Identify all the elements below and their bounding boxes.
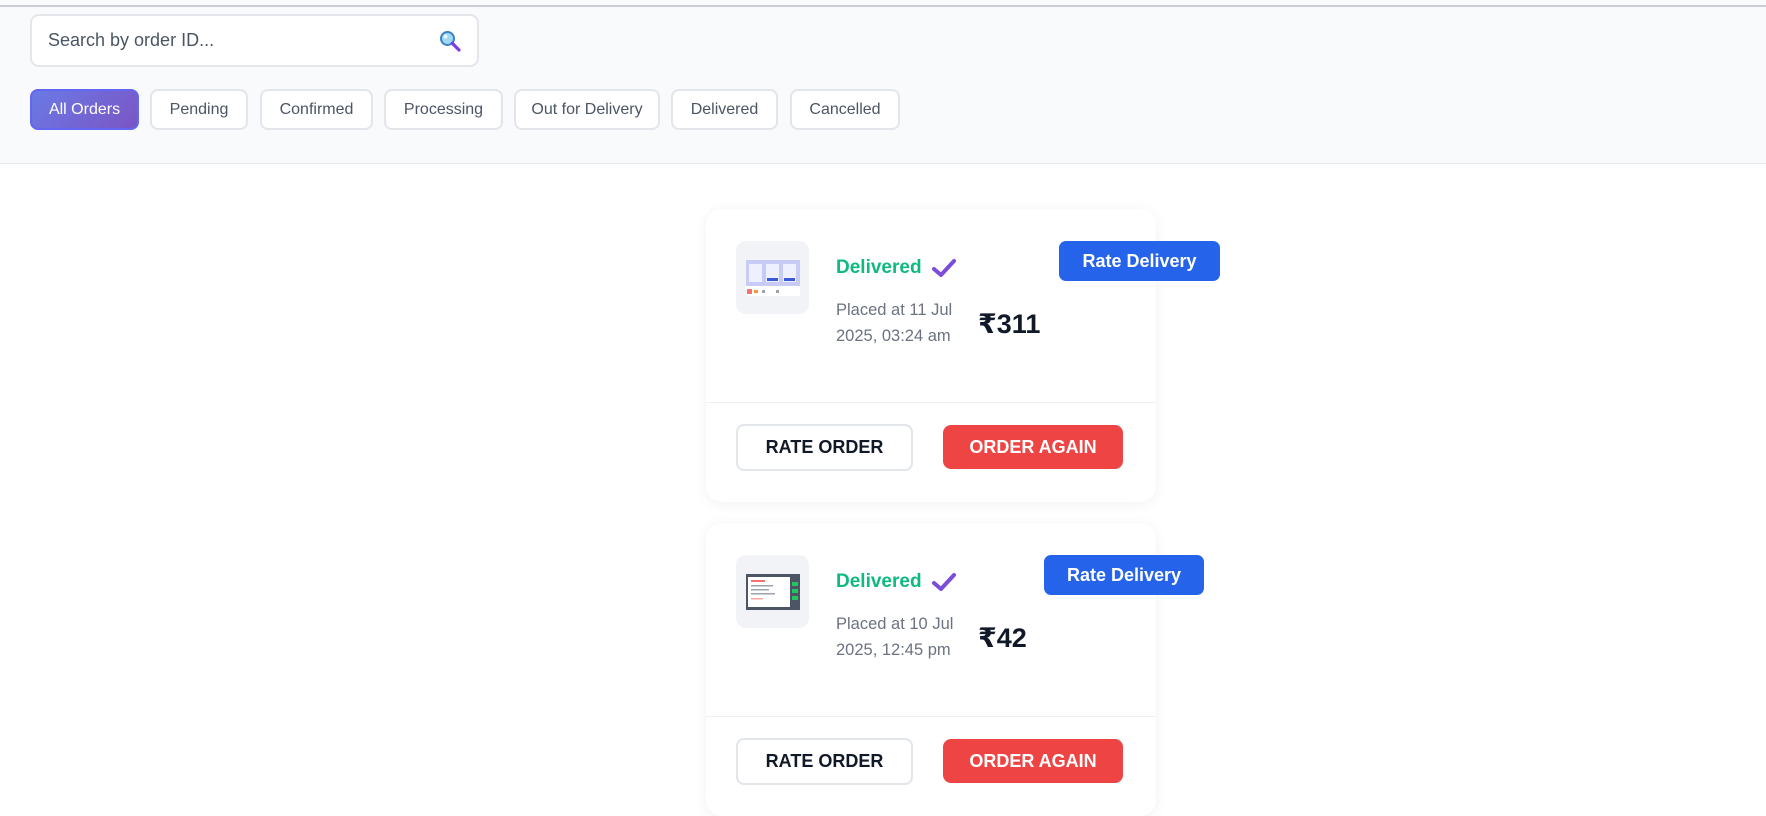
filter-confirmed[interactable]: Confirmed (260, 89, 373, 130)
check-icon (932, 259, 956, 277)
order-status: Delivered (836, 257, 922, 278)
filter-all-orders[interactable]: All Orders (30, 89, 139, 130)
order-price: ₹311 (978, 309, 1041, 339)
filter-cancelled[interactable]: Cancelled (790, 89, 900, 130)
card-divider (706, 402, 1156, 403)
filter-delivered[interactable]: Delivered (671, 89, 778, 130)
order-placed-date: Placed at 10 Jul 2025, 12:45 pm (836, 611, 971, 663)
placed-line-1: Placed at 11 Jul (836, 301, 953, 319)
filter-pending[interactable]: Pending (150, 89, 248, 130)
order-card[interactable]: Delivered Placed at 10 Jul 2025, 12:45 p… (706, 523, 1204, 816)
filter-processing[interactable]: Processing (384, 89, 503, 130)
order-card[interactable]: Delivered Placed at 11 Jul 2025, 03:24 a… (706, 209, 1220, 502)
filter-out-for-delivery[interactable]: Out for Delivery (514, 89, 660, 130)
screenshot-thumbnail-icon (745, 259, 800, 296)
rate-order-button[interactable]: RATE ORDER (736, 738, 913, 785)
order-status: Delivered (836, 571, 922, 592)
rate-delivery-button[interactable]: Rate Delivery (1044, 555, 1204, 595)
rate-delivery-button[interactable]: Rate Delivery (1059, 241, 1220, 281)
order-again-button[interactable]: ORDER AGAIN (943, 425, 1123, 469)
check-icon (932, 573, 956, 591)
placed-line-1: Placed at 10 Jul (836, 615, 954, 633)
order-price: ₹42 (978, 623, 1027, 653)
order-thumbnail (736, 241, 809, 314)
order-placed-date: Placed at 11 Jul 2025, 03:24 am (836, 297, 971, 349)
screenshot-thumbnail-icon (745, 573, 800, 610)
placed-line-2: 2025, 12:45 pm (836, 641, 951, 659)
placed-line-2: 2025, 03:24 am (836, 327, 951, 345)
top-border (0, 0, 1766, 7)
order-again-button[interactable]: ORDER AGAIN (943, 739, 1123, 783)
rate-order-button[interactable]: RATE ORDER (736, 424, 913, 471)
card-divider (706, 716, 1156, 717)
search-box[interactable] (30, 14, 479, 67)
order-thumbnail (736, 555, 809, 628)
search-icon[interactable] (438, 29, 462, 53)
filter-panel: All Orders Pending Confirmed Processing … (0, 7, 1766, 164)
search-input[interactable] (48, 16, 408, 65)
